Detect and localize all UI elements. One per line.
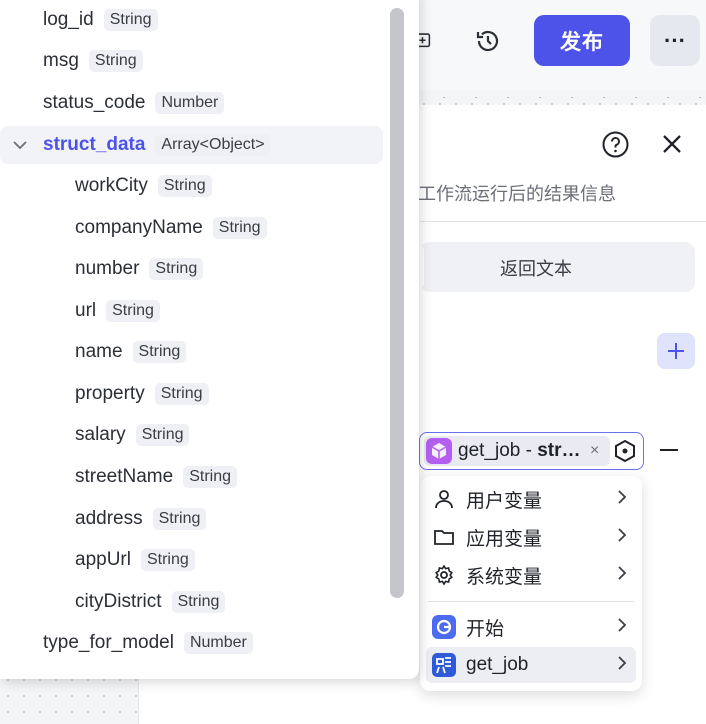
tree-row-name[interactable]: name String [0,334,383,370]
type-badge: String [183,466,237,488]
type-badge: String [152,508,207,530]
menu-item-label: get_job [466,654,529,675]
menu-item-label: 应用变量 [466,528,543,550]
get-job-plugin-icon [432,653,456,677]
field-name: struct_data [43,134,146,155]
menu-item-get-job[interactable]: get_job [426,647,636,683]
field-name: log_id [43,9,94,30]
tree-row-type-for-model[interactable]: type_for_model Number [0,625,383,661]
tree-row-work-city[interactable]: workCity String [0,168,383,204]
remove-reference-button[interactable]: × [590,442,599,460]
close-icon[interactable] [659,131,685,157]
scrollbar-thumb[interactable] [390,8,404,598]
variable-reference-chip[interactable]: get_job - str… × [424,436,610,466]
tree-row-struct-data[interactable]: struct_data Array<Object> [0,126,383,164]
divider [420,221,706,222]
chevron-right-icon [616,565,628,586]
field-name: workCity [75,175,148,196]
menu-item-user-variables[interactable]: 用户变量 [426,481,636,517]
type-badge: String [157,175,212,197]
canvas-dot-strip [420,90,706,105]
more-options-button[interactable]: ··· [650,15,700,66]
tree-row-msg[interactable]: msg String [0,43,383,79]
type-badge: String [212,217,267,239]
type-badge: String [106,300,160,322]
tree-row-company-name[interactable]: companyName String [0,210,383,246]
tree-row-street-name[interactable]: streetName String [0,459,383,495]
type-badge: String [132,341,187,363]
history-icon[interactable] [474,27,502,55]
type-badge: String [140,549,195,571]
menu-divider [428,601,634,602]
field-name: url [75,300,97,321]
chevron-right-icon [616,489,628,510]
chevron-right-icon [616,527,628,548]
field-name: companyName [75,217,203,238]
field-name: cityDistrict [75,591,162,612]
type-badge: String [154,383,209,405]
chevron-right-icon [616,617,628,638]
type-badge: Array<Object> [155,134,271,156]
type-badge: Number [183,632,253,654]
type-badge: String [88,50,143,72]
type-badge: String [171,591,226,613]
menu-item-app-variables[interactable]: 应用变量 [426,519,636,555]
tree-row-salary[interactable]: salary String [0,417,383,453]
field-name: property [75,383,145,404]
type-badge: String [149,258,204,280]
variable-source-menu: 用户变量 应用变量 系统变量 开始 get_job [420,476,642,691]
segment-option-variable[interactable] [420,246,424,288]
start-node-icon [432,615,456,639]
variable-picker-icon[interactable] [613,439,637,463]
chevron-right-icon [616,655,628,676]
gear-icon [432,563,456,587]
field-name: address [75,508,143,529]
chevron-down-icon[interactable] [12,138,28,157]
type-badge: String [103,9,158,31]
remove-variable-button[interactable] [660,449,678,451]
field-name: type_for_model [43,632,174,653]
type-badge: Number [155,92,225,114]
tree-row-status-code[interactable]: status_code Number [0,85,383,121]
cube-icon [426,438,452,464]
help-icon[interactable] [601,130,630,159]
tree-row-log-id[interactable]: log_id String [0,2,383,38]
tree-row-url[interactable]: url String [0,293,383,329]
variable-reference-text: get_job - str… [458,440,581,461]
output-fields-tree: log_id String msg String status_code Num… [0,0,419,679]
menu-item-label: 开始 [466,618,505,640]
publish-button[interactable]: 发布 [534,15,630,66]
type-badge: String [135,424,190,446]
tree-row-app-url[interactable]: appUrl String [0,542,383,578]
menu-item-system-variables[interactable]: 系统变量 [426,557,636,593]
user-icon [432,487,456,511]
field-name: name [75,341,123,362]
segment-option-return-text[interactable]: 返回文本 [500,255,572,281]
menu-item-label: 用户变量 [466,490,543,512]
field-name: streetName [75,466,174,487]
field-name: appUrl [75,549,131,570]
tree-row-city-district[interactable]: cityDistrict String [0,584,383,620]
menu-item-label: 系统变量 [466,566,543,588]
field-name: status_code [43,92,146,113]
field-name: msg [43,50,79,71]
tree-row-property[interactable]: property String [0,376,383,412]
menu-item-start-node[interactable]: 开始 [426,609,636,645]
tree-row-address[interactable]: address String [0,501,383,537]
panel-description: 工作流运行后的结果信息 [418,184,616,204]
tree-row-number[interactable]: number String [0,251,383,287]
field-name: salary [75,424,126,445]
folder-icon [432,525,456,549]
field-name: number [75,258,140,279]
add-variable-button[interactable] [657,333,695,369]
